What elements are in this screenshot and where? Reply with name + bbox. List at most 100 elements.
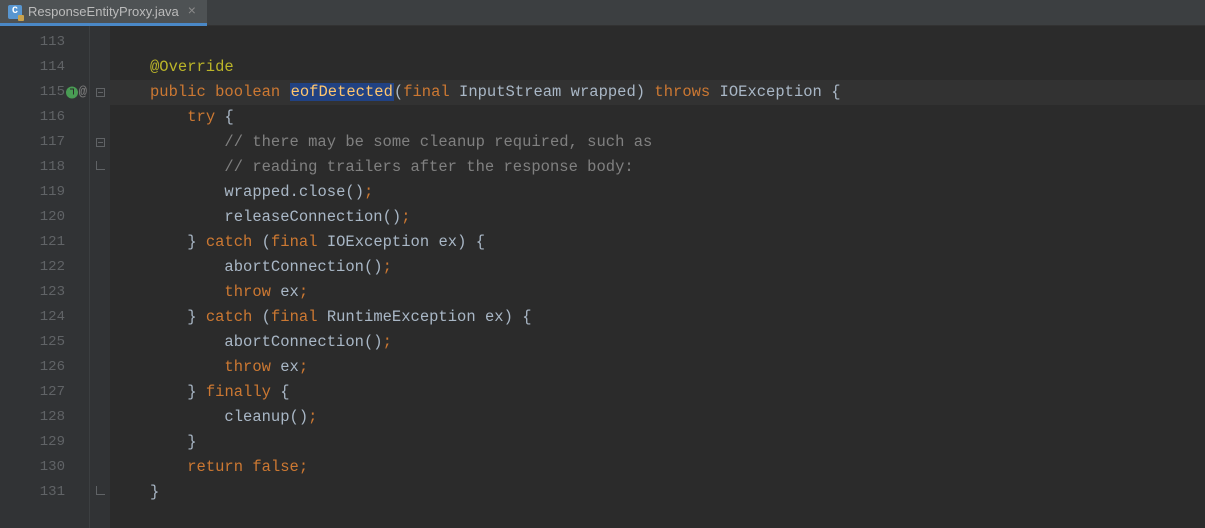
line-number[interactable]: 117: [0, 130, 89, 155]
line-number[interactable]: 124: [0, 305, 89, 330]
paren: (: [394, 83, 403, 101]
line-number[interactable]: 120: [0, 205, 89, 230]
paren: (: [383, 208, 392, 226]
fold-marker: [90, 205, 110, 230]
line-number[interactable]: 122: [0, 255, 89, 280]
fold-marker: [90, 355, 110, 380]
fold-gutter: [90, 26, 110, 528]
keyword: catch: [206, 233, 253, 251]
fold-end-icon[interactable]: [90, 155, 110, 180]
paren: ): [299, 408, 308, 426]
variable: ex: [280, 358, 299, 376]
code-line[interactable]: } catch (final RuntimeException ex) {: [150, 305, 1205, 330]
brace: {: [224, 108, 233, 126]
line-number[interactable]: 116: [0, 105, 89, 130]
keyword: catch: [206, 308, 253, 326]
implements-icon[interactable]: @: [79, 80, 87, 105]
code-line[interactable]: throw ex;: [150, 280, 1205, 305]
code-line[interactable]: // there may be some cleanup required, s…: [150, 130, 1205, 155]
tab-active[interactable]: C ResponseEntityProxy.java ×: [0, 0, 207, 26]
keyword: boolean: [215, 83, 280, 101]
tab-close-icon[interactable]: ×: [185, 4, 199, 20]
override-method-icon[interactable]: [66, 87, 78, 99]
code-line[interactable]: return false;: [150, 455, 1205, 480]
code-line[interactable]: wrapped.close();: [150, 180, 1205, 205]
paren: (: [345, 183, 354, 201]
fold-end-icon[interactable]: [90, 480, 110, 505]
semicolon: ;: [299, 283, 308, 301]
code-line[interactable]: abortConnection();: [150, 255, 1205, 280]
keyword: try: [187, 108, 215, 126]
code-line[interactable]: abortConnection();: [150, 330, 1205, 355]
fold-marker: [90, 430, 110, 455]
code-line[interactable]: @Override: [150, 55, 1205, 80]
tab-bar: C ResponseEntityProxy.java ×: [0, 0, 1205, 26]
line-number[interactable]: 129: [0, 430, 89, 455]
line-number[interactable]: 123: [0, 280, 89, 305]
paren: ): [392, 208, 401, 226]
brace: }: [187, 383, 196, 401]
line-number[interactable]: 128: [0, 405, 89, 430]
comment: // reading trailers after the response b…: [224, 158, 633, 176]
fold-marker: [90, 280, 110, 305]
fold-marker: [90, 380, 110, 405]
fold-marker: [90, 305, 110, 330]
paren: (: [262, 233, 271, 251]
method-name-selected: eofDetected: [290, 83, 394, 101]
code-line[interactable]: try {: [150, 105, 1205, 130]
code-line[interactable]: }: [150, 480, 1205, 505]
line-number[interactable]: 125: [0, 330, 89, 355]
semicolon: ;: [401, 208, 410, 226]
fold-collapse-icon[interactable]: [90, 130, 110, 155]
fold-collapse-icon[interactable]: [90, 80, 110, 105]
fold-marker: [90, 405, 110, 430]
keyword: finally: [206, 383, 271, 401]
line-number[interactable]: 115 @: [0, 80, 89, 105]
code-line[interactable]: } finally {: [150, 380, 1205, 405]
code-line[interactable]: // reading trailers after the response b…: [150, 155, 1205, 180]
code-line[interactable]: } catch (final IOException ex) {: [150, 230, 1205, 255]
line-number[interactable]: 118: [0, 155, 89, 180]
variable: wrapped: [571, 83, 636, 101]
fold-marker: [90, 105, 110, 130]
paren: ): [457, 233, 466, 251]
method-call: abortConnection: [224, 333, 364, 351]
brace: {: [522, 308, 531, 326]
line-number[interactable]: 113: [0, 30, 89, 55]
line-number[interactable]: 130: [0, 455, 89, 480]
code-area[interactable]: @Override public boolean eofDetected(fin…: [110, 26, 1205, 528]
semicolon: ;: [364, 183, 373, 201]
code-line-current[interactable]: public boolean eofDetected(final InputSt…: [110, 80, 1205, 105]
method-call: releaseConnection: [224, 208, 382, 226]
paren: ): [373, 258, 382, 276]
code-line[interactable]: throw ex;: [150, 355, 1205, 380]
paren: ): [373, 333, 382, 351]
line-number[interactable]: 126: [0, 355, 89, 380]
paren: (: [364, 258, 373, 276]
keyword: throw: [224, 283, 271, 301]
brace: }: [187, 233, 196, 251]
type: IOException: [720, 83, 822, 101]
gutter-icons: @: [66, 80, 87, 105]
fold-marker: [90, 255, 110, 280]
brace: {: [831, 83, 840, 101]
variable: ex: [438, 233, 457, 251]
gutter: 113 114 115 @ 116 117 118 119 120 121 12…: [0, 26, 90, 528]
line-number[interactable]: 119: [0, 180, 89, 205]
fold-marker: [90, 180, 110, 205]
method-call: cleanup: [224, 408, 289, 426]
code-line[interactable]: [150, 30, 1205, 55]
line-number[interactable]: 114: [0, 55, 89, 80]
fold-marker: [90, 330, 110, 355]
line-number[interactable]: 121: [0, 230, 89, 255]
code-line[interactable]: }: [150, 430, 1205, 455]
line-number[interactable]: 131: [0, 480, 89, 505]
fold-marker: [90, 55, 110, 80]
paren: (: [262, 308, 271, 326]
method-call: close: [299, 183, 346, 201]
code-line[interactable]: releaseConnection();: [150, 205, 1205, 230]
method-call: abortConnection: [224, 258, 364, 276]
code-line[interactable]: cleanup();: [150, 405, 1205, 430]
line-number[interactable]: 127: [0, 380, 89, 405]
paren: ): [355, 183, 364, 201]
